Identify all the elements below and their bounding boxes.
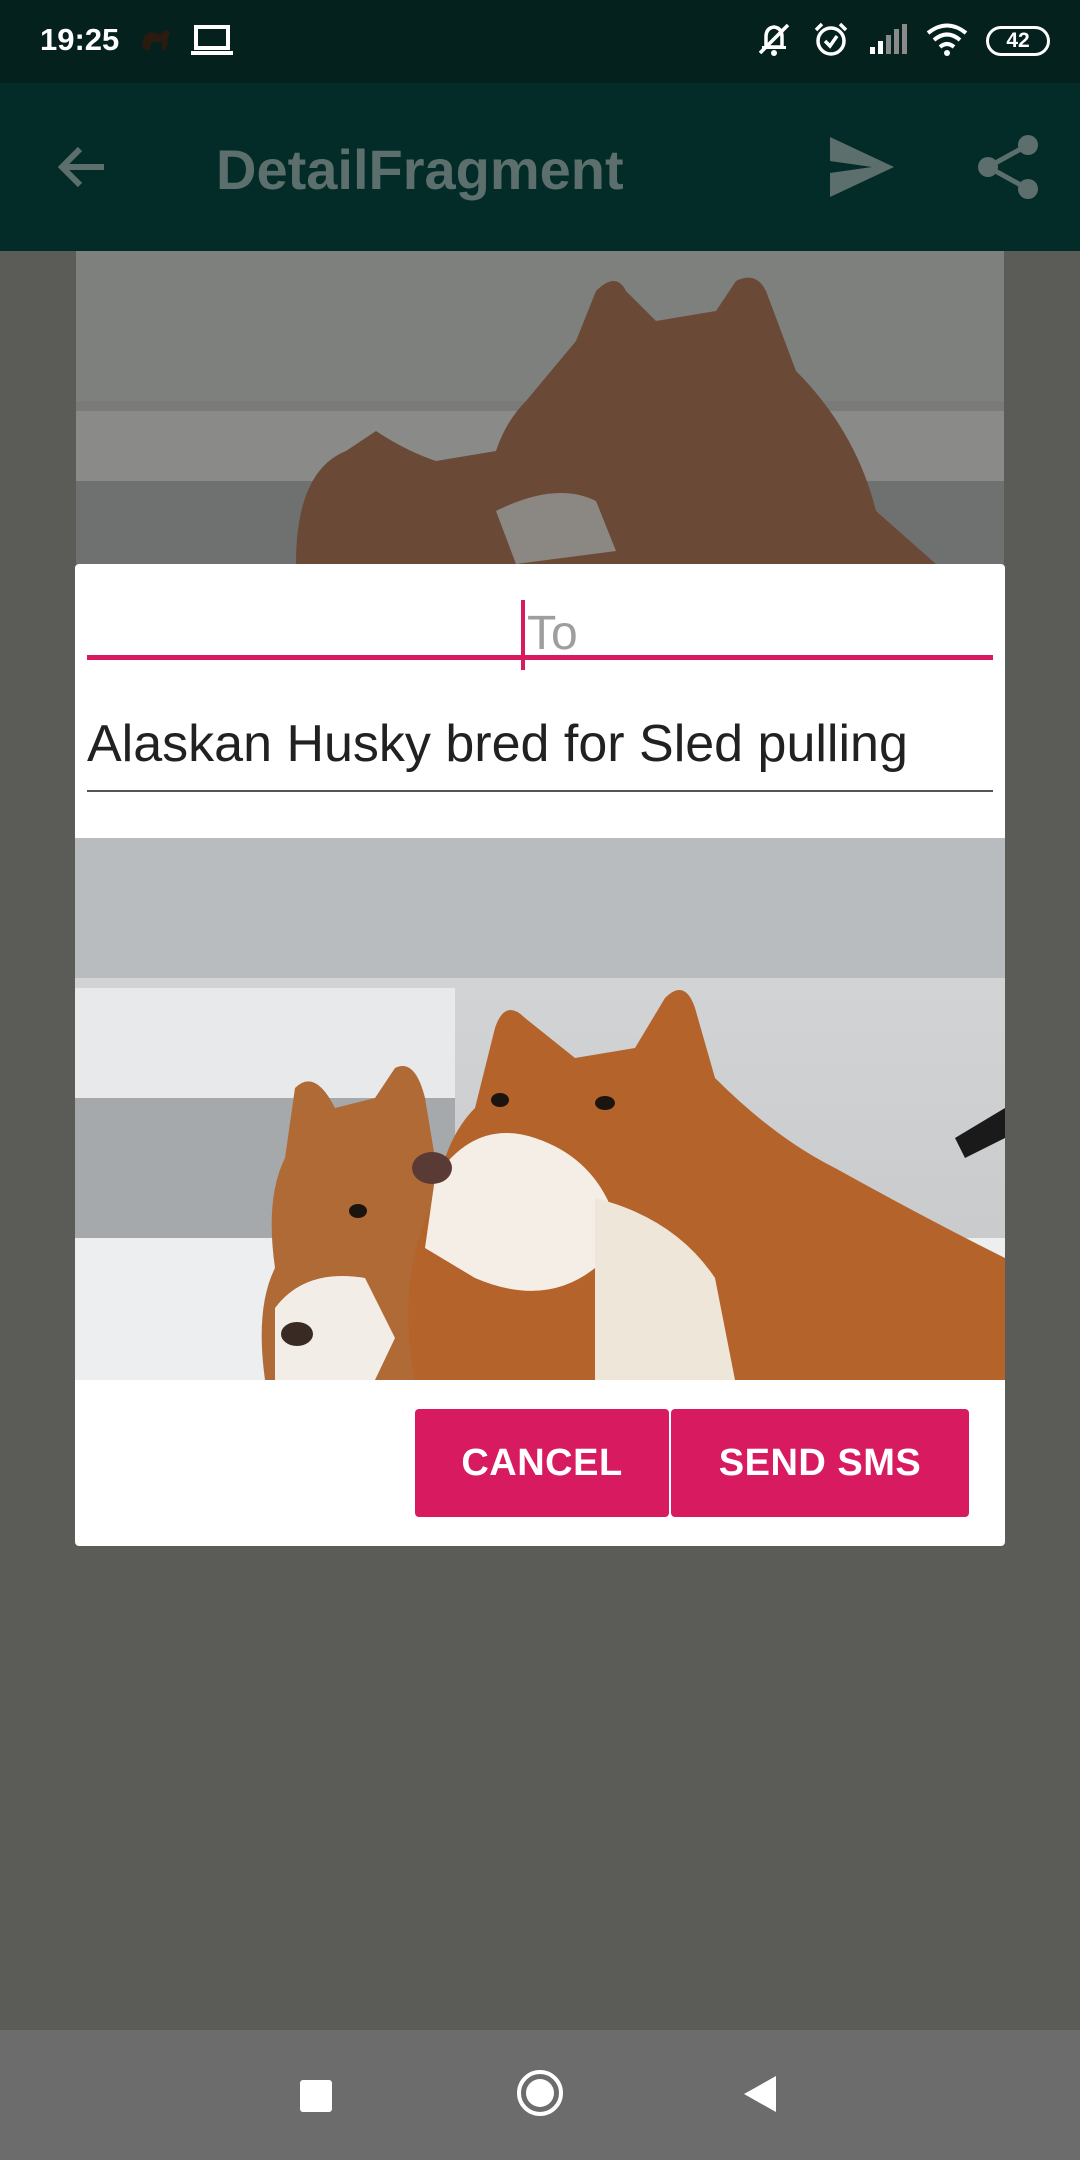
recents-icon[interactable]	[300, 2080, 332, 2112]
page-title: DetailFragment	[216, 138, 624, 201]
send-icon[interactable]	[826, 133, 898, 201]
signal-icon	[868, 23, 908, 60]
message-field[interactable]: Alaskan Husky bred for Sled pulling	[87, 714, 993, 792]
send-sms-button[interactable]: SEND SMS	[671, 1409, 969, 1517]
back-icon[interactable]	[742, 2074, 778, 2114]
navigation-bar	[0, 2030, 1080, 2160]
status-bar: 19:25 42	[0, 0, 1080, 83]
alarm-icon	[812, 20, 850, 63]
detail-image	[76, 251, 1004, 564]
dog-icon	[136, 20, 176, 65]
app-bar: DetailFragment	[0, 83, 1080, 251]
to-placeholder: To	[527, 607, 578, 660]
cancel-button[interactable]: CANCEL	[415, 1409, 669, 1517]
text-cursor	[521, 600, 525, 670]
status-time: 19:25	[40, 22, 120, 57]
laptop-icon	[190, 24, 234, 63]
notifications-muted-icon	[754, 19, 794, 64]
battery-icon: 42	[986, 26, 1050, 56]
wifi-icon	[926, 22, 968, 61]
to-field[interactable]: To	[87, 594, 993, 670]
husky-image	[75, 838, 1005, 1380]
arrow-left-icon[interactable]	[52, 135, 116, 199]
share-icon[interactable]	[972, 133, 1044, 201]
message-text: Alaskan Husky bred for Sled pulling	[87, 715, 908, 773]
sms-dialog: To Alaskan Husky bred for Sled pulling C…	[75, 564, 1005, 1546]
home-icon[interactable]	[515, 2068, 565, 2118]
